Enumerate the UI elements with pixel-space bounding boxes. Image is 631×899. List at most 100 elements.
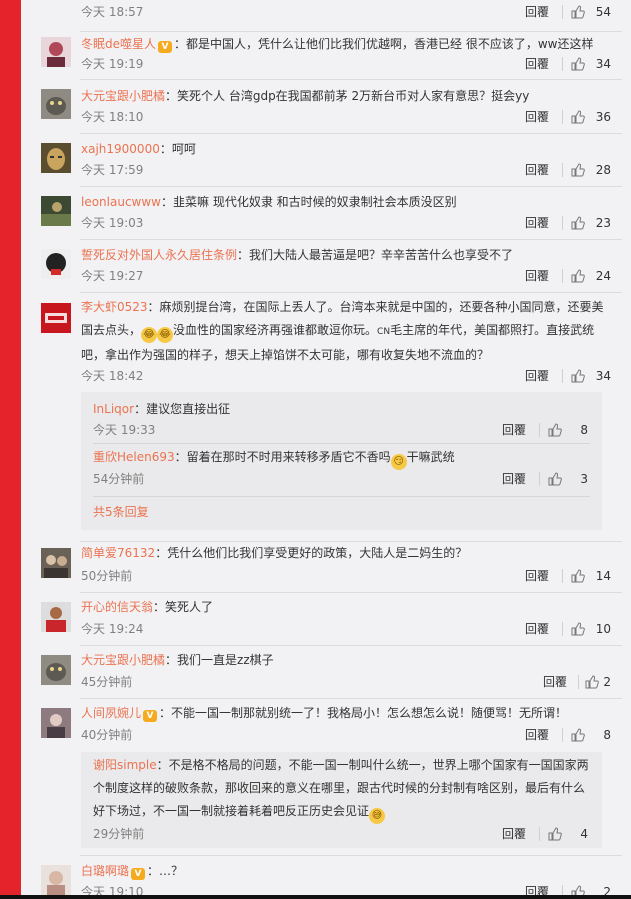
divider: [80, 592, 622, 593]
divider: [80, 79, 622, 80]
like-button[interactable]: 34: [571, 54, 611, 74]
reply-meta: 54分钟前 回覆 3: [93, 469, 588, 489]
like-button[interactable]: 24: [571, 266, 611, 286]
reply-button[interactable]: 回覆: [502, 824, 526, 844]
reply-button[interactable]: 回覆: [525, 160, 549, 180]
divider: [80, 292, 622, 293]
comment-username[interactable]: xajh1900000: [81, 142, 160, 156]
reply-username[interactable]: 重欣Helen693: [93, 450, 175, 464]
comment-body: 大元宝跟小肥橘：笑死个人 台湾gdp在我国都前茅 2万新台币对人家有意思？挺会y…: [81, 85, 611, 107]
comment-item: xajh1900000：呵呵 今天 17:59 回覆 28: [21, 137, 631, 187]
avatar-image: [41, 37, 71, 67]
reply-text: 干嘛武统: [406, 450, 455, 464]
like-count: 2: [603, 675, 611, 689]
thumbs-up-icon: [571, 163, 585, 177]
like-button[interactable]: 8: [571, 725, 611, 745]
avatar[interactable]: [41, 89, 71, 119]
like-button[interactable]: 3: [548, 469, 588, 489]
thumbs-up-icon: [585, 675, 599, 689]
comment-item: 大元宝跟小肥橘：笑死个人 台湾gdp在我国都前茅 2万新台币对人家有意思？挺会y…: [21, 84, 631, 134]
divider: [80, 239, 622, 240]
like-button[interactable]: 23: [571, 213, 611, 233]
comment-username[interactable]: 大元宝跟小肥橘: [81, 89, 165, 103]
like-button[interactable]: 14: [571, 566, 611, 586]
comment-username[interactable]: 人间夙婉儿: [81, 706, 141, 720]
comment-username[interactable]: 李大虾0523: [81, 300, 148, 314]
comment-body: 大元宝跟小肥橘：我们一直是zz棋子: [81, 649, 611, 671]
thumbs-up-icon: [571, 57, 585, 71]
reply-button[interactable]: 回覆: [525, 213, 549, 233]
thumbs-up-icon: [548, 423, 562, 437]
reply-button[interactable]: 回覆: [525, 54, 549, 74]
reply-button[interactable]: 回覆: [525, 366, 549, 386]
like-button[interactable]: 54: [571, 2, 611, 22]
comment-username[interactable]: 誓死反对外国人永久居住条例: [81, 248, 237, 262]
avatar[interactable]: [41, 548, 71, 578]
comment-username[interactable]: 开心的信天翁: [81, 600, 153, 614]
like-count: 8: [603, 728, 611, 742]
like-count: 10: [595, 622, 611, 636]
laughing-emoji-icon: 😂: [141, 327, 158, 343]
thumbs-up-icon: [571, 569, 585, 583]
divider: [539, 472, 540, 486]
avatar-image: [41, 548, 71, 578]
reply-button[interactable]: 回覆: [525, 619, 549, 639]
reply-username[interactable]: InLiqor: [93, 402, 134, 416]
vip-badge-icon: V: [143, 710, 158, 722]
reply-button[interactable]: 回覆: [525, 725, 549, 745]
like-button[interactable]: 2: [585, 672, 611, 692]
like-count: 34: [595, 369, 611, 383]
like-button[interactable]: 10: [571, 619, 611, 639]
reply-button[interactable]: 回覆: [525, 107, 549, 127]
like-count: 24: [595, 269, 611, 283]
comment-meta: 50分钟前 回覆 14: [81, 566, 611, 586]
comment-item: 今天 18:57 回覆 54: [21, 0, 631, 32]
comment-username[interactable]: 冬眠de噬星人: [81, 37, 156, 51]
comment-time: 今天 18:42: [81, 369, 144, 383]
avatar[interactable]: [41, 602, 71, 632]
like-button[interactable]: 4: [548, 824, 588, 844]
avatar-image: [41, 89, 71, 119]
reply-username[interactable]: 谢阳simple: [93, 758, 157, 772]
comment-item: 冬眠de噬星人 V ：都是中国人，凭什么让他们比我们优越啊，香港已经 很不应该了，w…: [21, 32, 631, 80]
avatar[interactable]: [41, 865, 71, 895]
divider: [562, 622, 563, 636]
avatar[interactable]: [41, 655, 71, 685]
thumbs-up-icon: [571, 728, 585, 742]
reply-text: ：留着在那时不时用来转移矛盾它不香吗: [174, 450, 391, 464]
divider: [93, 443, 590, 444]
reply-time: 今天 19:33: [93, 423, 156, 437]
avatar[interactable]: [41, 143, 71, 173]
comment-time: 45分钟前: [81, 675, 133, 689]
avatar[interactable]: [41, 303, 71, 333]
avatar[interactable]: [41, 196, 71, 226]
comment-item: leonlaucwww：韭菜嘛 现代化奴隶 和古时候的奴隶制社会本质没区别 今天…: [21, 190, 631, 240]
like-button[interactable]: 28: [571, 160, 611, 180]
reply-button[interactable]: 回覆: [525, 566, 549, 586]
more-replies-link[interactable]: 共5条回复: [93, 503, 149, 521]
reply-button[interactable]: 回覆: [525, 266, 549, 286]
reply-button[interactable]: 回覆: [502, 469, 526, 489]
comment-time: 今天 19:24: [81, 622, 144, 636]
like-button[interactable]: 36: [571, 107, 611, 127]
comment-username[interactable]: 简单爱76132: [81, 546, 155, 560]
reply-button[interactable]: 回覆: [543, 672, 567, 692]
avatar[interactable]: [41, 708, 71, 738]
avatar[interactable]: [41, 37, 71, 67]
comment-meta: 今天 17:59 回覆 28: [81, 160, 611, 180]
like-button[interactable]: 8: [548, 420, 588, 440]
comment-username[interactable]: 白璐啊璐: [81, 864, 129, 878]
comment-username[interactable]: leonlaucwww: [81, 195, 161, 209]
like-button[interactable]: 34: [571, 366, 611, 386]
reply-button[interactable]: 回覆: [525, 2, 549, 22]
comment-username[interactable]: 大元宝跟小肥橘: [81, 653, 165, 667]
avatar[interactable]: [41, 249, 71, 279]
thumbs-up-icon: [571, 110, 585, 124]
comment-text: ：我们大陆人最苦逼是吧？辛辛苦苦什么也享受不了: [237, 248, 514, 262]
reply-button[interactable]: 回覆: [502, 420, 526, 440]
comment-time: 今天 17:59: [81, 163, 144, 177]
divider: [80, 133, 622, 134]
reply-meta: 29分钟前 回覆 4: [93, 824, 588, 844]
laughing-emoji-icon: 😂: [157, 327, 174, 343]
like-count: 54: [595, 5, 611, 19]
